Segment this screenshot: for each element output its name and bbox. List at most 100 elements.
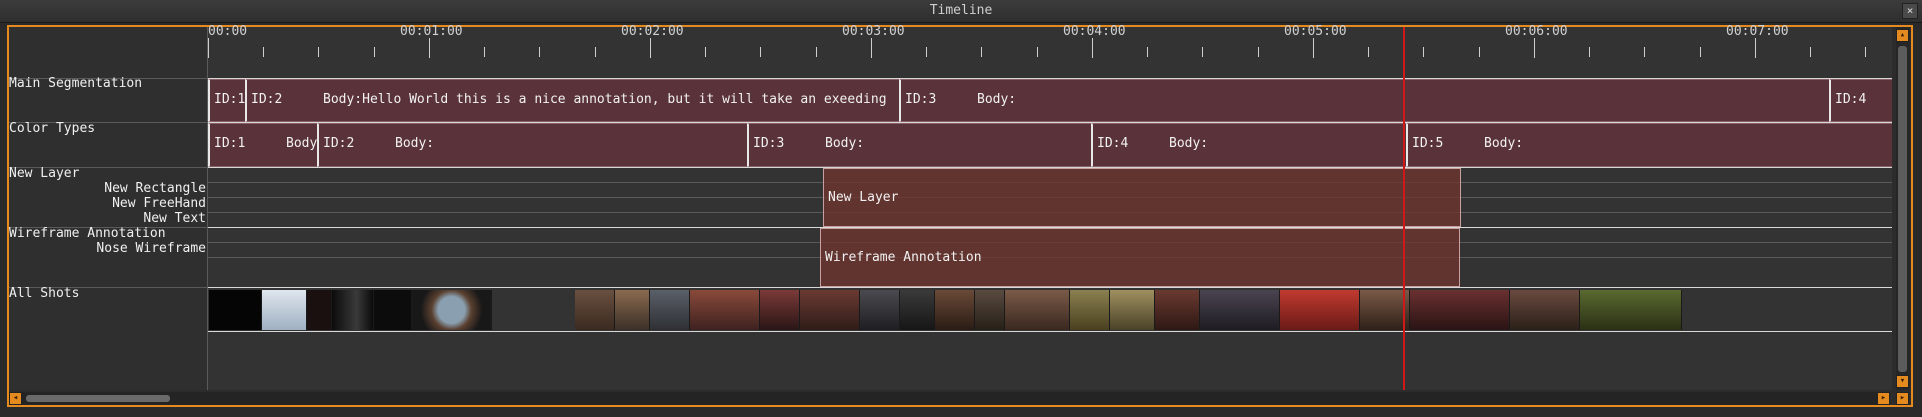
- track-label-new-layer[interactable]: New Layer: [9, 166, 79, 181]
- main-segment[interactable]: ID:3 Body:: [899, 79, 1829, 122]
- wireframe-annotation-block[interactable]: Wireframe Annotation: [820, 228, 1460, 287]
- ruler-tick-minor: [539, 47, 540, 57]
- track-label-new-text[interactable]: New Text: [9, 211, 206, 226]
- segment-body: Body:: [1484, 136, 1524, 151]
- ruler-tick-minor: [595, 47, 596, 57]
- shot-thumbnail[interactable]: [650, 290, 690, 330]
- horizontal-scrollbar-thumb[interactable]: [26, 395, 170, 402]
- ruler-label: 00:06:00: [1505, 24, 1568, 39]
- ruler-tick-minor: [926, 47, 927, 57]
- ruler-tick-major: [650, 38, 651, 58]
- shot-thumbnail[interactable]: [1580, 290, 1682, 330]
- ruler-tick-minor: [374, 47, 375, 57]
- shot-thumbnail[interactable]: [412, 290, 492, 330]
- ruler-tick-major: [429, 38, 430, 58]
- ruler-tick-major: [1313, 38, 1314, 58]
- shot-thumbnail[interactable]: [1110, 290, 1155, 330]
- shot-thumbnail[interactable]: [1155, 290, 1200, 330]
- segment-body: Body: [286, 136, 317, 151]
- color-segment[interactable]: ID:5 Body:: [1406, 123, 1892, 167]
- shot-thumbnail[interactable]: [1510, 290, 1580, 330]
- window-title: Timeline: [929, 3, 993, 18]
- shot-thumbnail[interactable]: [1005, 290, 1070, 330]
- track-label-all-shots[interactable]: All Shots: [9, 286, 79, 301]
- segment-id: ID:2: [323, 136, 355, 151]
- ruler-tick-minor: [1368, 47, 1369, 57]
- shot-thumbnail[interactable]: [332, 290, 374, 330]
- main-segment[interactable]: ID:4: [1829, 79, 1892, 122]
- shot-thumbnail[interactable]: [374, 290, 412, 330]
- track-label-new-rectangle[interactable]: New Rectangle: [9, 181, 206, 196]
- shot-thumbnail[interactable]: [800, 290, 860, 330]
- color-segment[interactable]: ID:2 Body:: [317, 123, 747, 167]
- ruler-label: 00:04:00: [1063, 24, 1126, 39]
- main-segment[interactable]: ID:1: [208, 79, 245, 122]
- ruler-tick-minor: [760, 47, 761, 57]
- track-label-wireframe-annotation[interactable]: Wireframe Annotation: [9, 226, 166, 241]
- shot-thumbnail[interactable]: [690, 290, 760, 330]
- shot-thumbnail[interactable]: [900, 290, 935, 330]
- segment-body: Body:: [825, 136, 865, 151]
- shot-thumbnail[interactable]: [935, 290, 975, 330]
- ruler-label: 00:07:00: [1726, 24, 1789, 39]
- ruler-tick-major: [871, 38, 872, 58]
- row-divider: [208, 331, 1892, 332]
- scroll-up-icon[interactable]: ▴: [1896, 29, 1909, 42]
- shot-thumbnail[interactable]: [209, 290, 262, 330]
- shot-thumbnail[interactable]: [760, 290, 800, 330]
- ruler-label: 00:00: [208, 24, 248, 39]
- ruler-tick-minor: [1258, 47, 1259, 57]
- shot-thumbnail[interactable]: [1410, 290, 1510, 330]
- ruler-tick-minor: [705, 47, 706, 57]
- segment-id: ID:5: [1412, 136, 1444, 151]
- shot-thumbnail[interactable]: [1200, 290, 1280, 330]
- track-label-new-freehand[interactable]: New FreeHand: [9, 196, 206, 211]
- segment-id: ID:1: [214, 136, 246, 151]
- ruler-tick-minor: [484, 47, 485, 57]
- track-label-main-segmentation[interactable]: Main Segmentation: [9, 76, 142, 91]
- ruler-tick-major: [1092, 38, 1093, 58]
- ruler-tick-minor: [1423, 47, 1424, 57]
- color-segment[interactable]: ID:4 Body:: [1091, 123, 1406, 167]
- wireframe-annotation-block-label: Wireframe Annotation: [825, 250, 982, 265]
- shot-thumbnail[interactable]: [575, 290, 615, 330]
- ruler-label: 00:02:00: [621, 24, 684, 39]
- segment-body: Body:Hello World this is a nice annotati…: [323, 92, 887, 107]
- ruler-tick-minor: [1589, 47, 1590, 57]
- horizontal-scrollbar[interactable]: [9, 392, 1883, 405]
- shot-thumbnail[interactable]: [975, 290, 1005, 330]
- scroll-left-icon[interactable]: ◂: [9, 392, 22, 405]
- shot-thumbnail[interactable]: [1280, 290, 1360, 330]
- segment-id: ID:2: [251, 92, 283, 107]
- track-label-nose-wireframe[interactable]: Nose Wireframe: [9, 241, 206, 256]
- segment-id: ID:1: [214, 92, 245, 107]
- track-label-color-types[interactable]: Color Types: [9, 121, 95, 136]
- color-segment[interactable]: ID:3 Body:: [747, 123, 1091, 167]
- vertical-scrollbar-thumb[interactable]: [1898, 46, 1907, 372]
- ruler-tick-minor: [1202, 47, 1203, 57]
- segment-id: ID:4: [1835, 92, 1867, 107]
- ruler-tick-minor: [1479, 47, 1480, 57]
- ruler-tick-minor: [318, 47, 319, 57]
- shot-thumbnail[interactable]: [1070, 290, 1110, 330]
- shot-thumbnail[interactable]: [262, 290, 307, 330]
- corner-scroll-icon[interactable]: ▸: [1896, 392, 1909, 405]
- segment-id: ID:3: [905, 92, 937, 107]
- scroll-down-icon[interactable]: ▾: [1896, 375, 1909, 388]
- segment-id: ID:3: [753, 136, 785, 151]
- color-segment[interactable]: ID:1 Body: [208, 123, 317, 167]
- scroll-right-icon[interactable]: ▸: [1877, 392, 1890, 405]
- ruler-tick-major: [1534, 38, 1535, 58]
- ruler-tick-major: [208, 38, 209, 58]
- shot-thumbnail[interactable]: [615, 290, 650, 330]
- new-layer-block[interactable]: New Layer: [823, 168, 1461, 227]
- ruler-tick-minor: [1644, 47, 1645, 57]
- segment-body: Body:: [1169, 136, 1209, 151]
- main-segment[interactable]: ID:2 Body:Hello World this is a nice ann…: [245, 79, 899, 122]
- close-icon[interactable]: ×: [1902, 3, 1918, 19]
- shot-thumbnail[interactable]: [307, 290, 332, 330]
- row-divider: [208, 287, 1892, 288]
- ruler-tick-minor: [1810, 47, 1811, 57]
- shot-thumbnail[interactable]: [860, 290, 900, 330]
- playhead[interactable]: [1403, 27, 1405, 390]
